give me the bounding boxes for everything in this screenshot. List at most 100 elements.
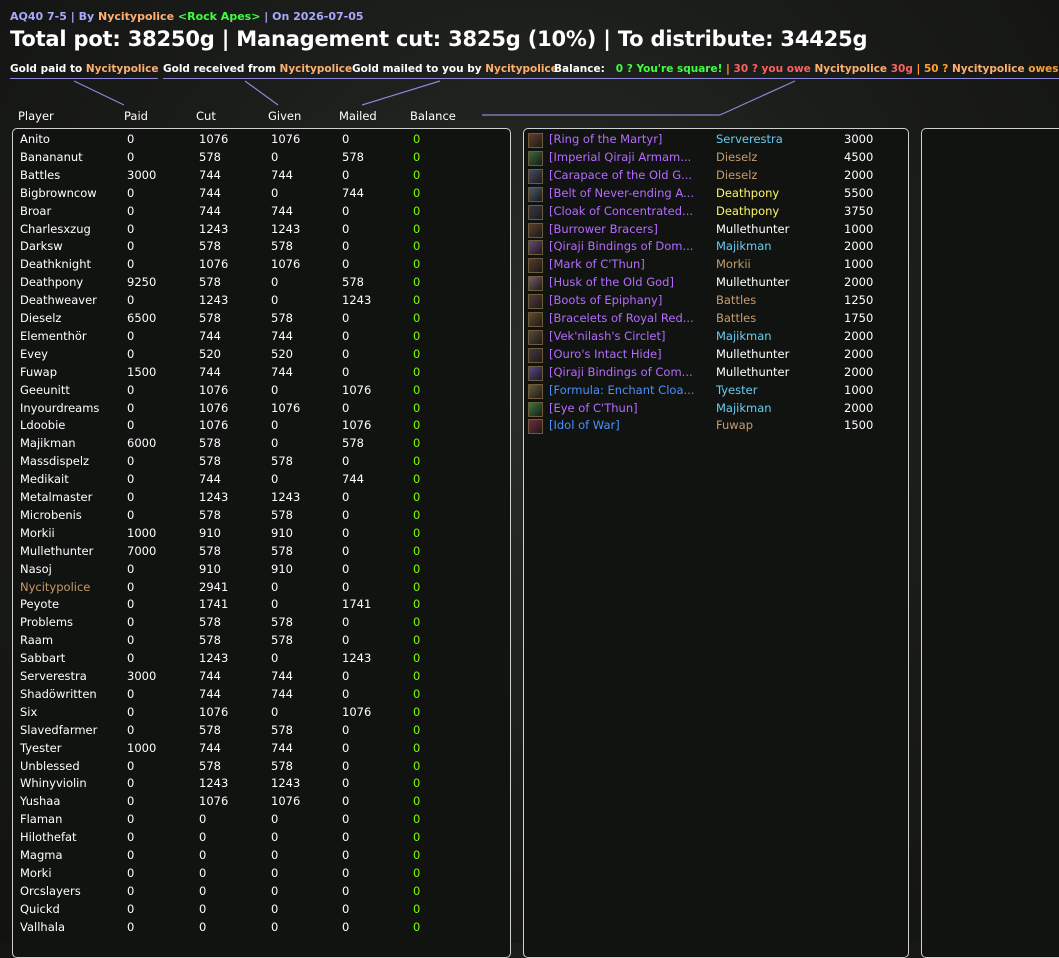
player-row[interactable]: Nasoj 0 910 910 0 0 [13,562,510,580]
hide-icon[interactable] [528,347,543,363]
circlet-icon[interactable] [528,329,543,345]
player-row[interactable]: Fuwap 1500 744 744 0 0 [13,365,510,383]
player-row[interactable]: Serverestra 3000 744 744 0 0 [13,669,510,687]
player-cut-cell: 1243 [199,221,229,236]
player-row[interactable]: Magma 0 0 0 0 0 [13,848,510,866]
player-row[interactable]: Slavedfarmer 0 578 578 0 0 [13,723,510,741]
item-link[interactable]: [Imperial Qiraji Armam... [549,150,691,164]
player-row[interactable]: Battles 3000 744 744 0 0 [13,168,510,186]
player-row[interactable]: Inyourdreams 0 1076 1076 0 0 [13,401,510,419]
player-row[interactable]: Hilothefat 0 0 0 0 0 [13,830,510,848]
loot-panel[interactable]: [Ring of the Martyr] Serverestra 3000 [Impe… [523,128,909,958]
player-row[interactable]: Metalmaster 0 1243 1243 0 0 [13,490,510,508]
bindings-icon[interactable] [528,240,543,256]
player-row[interactable]: Peyote 0 1741 0 1741 0 [13,597,510,615]
formula-icon[interactable] [528,383,543,399]
players-panel[interactable]: Anito 0 1076 1076 0 0 Banananut 0 578 0 578 0 Battle… [12,128,511,958]
player-row[interactable]: Majikman 6000 578 0 578 0 [13,436,510,454]
loot-row[interactable]: [Ring of the Martyr] Serverestra 3000 [524,132,908,150]
player-row[interactable]: Banananut 0 578 0 578 0 [13,150,510,168]
player-row[interactable]: Vallhala 0 0 0 0 0 [13,920,510,938]
player-given-cell: 1076 [271,132,301,146]
player-row[interactable]: Tyester 1000 744 744 0 0 [13,741,510,759]
loot-row[interactable]: [Vek'nilash's Circlet] Majikman 2000 [524,329,908,347]
item-link[interactable]: [Burrower Bracers] [549,222,658,236]
player-row[interactable]: Geeunitt 0 1076 0 1076 0 [13,383,510,401]
player-row[interactable]: Bigbrowncow 0 744 0 744 0 [13,186,510,204]
player-row[interactable]: Microbenis 0 578 578 0 0 [13,508,510,526]
carapace-icon[interactable] [528,168,543,184]
item-link[interactable]: [Belt of Never-ending A... [549,186,694,200]
player-row[interactable]: Morkii 1000 910 910 0 0 [13,526,510,544]
player-row[interactable]: Medikait 0 744 0 744 0 [13,472,510,490]
armament-icon[interactable] [528,150,543,166]
player-row[interactable]: Deathpony 9250 578 0 578 0 [13,275,510,293]
player-row[interactable]: Shadöwritten 0 744 744 0 0 [13,687,510,705]
bracelets-icon[interactable] [528,312,543,327]
item-link[interactable]: [Formula: Enchant Cloa... [549,383,694,397]
loot-row[interactable]: [Burrower Bracers] Mullethunter 1000 [524,222,908,240]
loot-row[interactable]: [Bracelets of Royal Red... Battles 1750 [524,311,908,329]
player-row[interactable]: Orcslayers 0 0 0 0 0 [13,884,510,902]
item-link[interactable]: [Qiraji Bindings of Com... [549,365,693,379]
player-row[interactable]: Elementhör 0 744 744 0 0 [13,329,510,347]
player-row[interactable]: Broar 0 744 744 0 0 [13,204,510,222]
player-row[interactable]: Deathweaver 0 1243 0 1243 0 [13,293,510,311]
bracers-icon[interactable] [528,222,543,238]
item-link[interactable]: [Cloak of Concentrated... [549,204,693,218]
player-row[interactable]: Ldoobie 0 1076 0 1076 0 [13,418,510,436]
loot-row[interactable]: [Imperial Qiraji Armam... Dieselz 4500 [524,150,908,168]
player-row[interactable]: Dieselz 6500 578 578 0 0 [13,311,510,329]
player-row[interactable]: Charlesxzug 0 1243 1243 0 0 [13,222,510,240]
loot-row[interactable]: [Husk of the Old God] Mullethunter 2000 [524,275,908,293]
loot-row[interactable]: [Mark of C'Thun] Morkii 1000 [524,257,908,275]
item-link[interactable]: [Carapace of the Old G... [549,168,692,182]
bindings-icon[interactable] [528,365,543,381]
loot-row[interactable]: [Eye of C'Thun] Majikman 2000 [524,401,908,419]
item-link[interactable]: [Idol of War] [549,418,620,432]
player-row[interactable]: Raam 0 578 578 0 0 [13,633,510,651]
boots-icon[interactable] [528,294,543,310]
player-row[interactable]: Problems 0 578 578 0 0 [13,615,510,633]
loot-row[interactable]: [Cloak of Concentrated... Deathpony 3750 [524,204,908,222]
item-link[interactable]: [Eye of C'Thun] [549,401,638,415]
player-row[interactable]: Flaman 0 0 0 0 0 [13,812,510,830]
player-row[interactable]: Nycitypolice 0 2941 0 0 0 [13,580,510,598]
item-link[interactable]: [Ring of the Martyr] [549,132,662,146]
player-row[interactable]: Anito 0 1076 1076 0 0 [13,132,510,150]
player-row[interactable]: Sabbart 0 1243 0 1243 0 [13,651,510,669]
loot-row[interactable]: [Boots of Epiphany] Battles 1250 [524,293,908,311]
eye-icon[interactable] [528,401,543,417]
item-link[interactable]: [Husk of the Old God] [549,275,674,289]
mark-icon[interactable] [528,258,543,274]
ring-icon[interactable] [528,133,543,148]
player-row[interactable]: Massdispelz 0 578 578 0 0 [13,454,510,472]
idol-icon[interactable] [528,419,543,435]
player-row[interactable]: Morki 0 0 0 0 0 [13,866,510,884]
player-row[interactable]: Six 0 1076 0 1076 0 [13,705,510,723]
player-row[interactable]: Mullethunter 7000 578 578 0 0 [13,544,510,562]
player-row[interactable]: Evey 0 520 520 0 0 [13,347,510,365]
player-row[interactable]: Deathknight 0 1076 1076 0 0 [13,257,510,275]
item-link[interactable]: [Mark of C'Thun] [549,257,645,271]
loot-row[interactable]: [Carapace of the Old G... Dieselz 2000 [524,168,908,186]
loot-row[interactable]: [Qiraji Bindings of Dom... Majikman 2000 [524,239,908,257]
loot-row[interactable]: [Belt of Never-ending A... Deathpony 5500 [524,186,908,204]
loot-row[interactable]: [Idol of War] Fuwap 1500 [524,418,908,436]
belt-icon[interactable] [528,186,543,202]
item-link[interactable]: [Boots of Epiphany] [549,293,662,307]
item-link[interactable]: [Vek'nilash's Circlet] [549,329,665,343]
player-row[interactable]: Whinyviolin 0 1243 1243 0 0 [13,776,510,794]
husk-icon[interactable] [528,276,543,292]
item-link[interactable]: [Qiraji Bindings of Dom... [549,239,693,253]
loot-row[interactable]: [Formula: Enchant Cloa... Tyester 1000 [524,383,908,401]
player-row[interactable]: Unblessed 0 578 578 0 0 [13,759,510,777]
player-row[interactable]: Quickd 0 0 0 0 0 [13,902,510,920]
item-link[interactable]: [Bracelets of Royal Red... [549,311,694,325]
item-link[interactable]: [Ouro's Intact Hide] [549,347,662,361]
loot-row[interactable]: [Qiraji Bindings of Com... Mullethunter 20… [524,365,908,383]
cloak-icon[interactable] [528,204,543,220]
player-row[interactable]: Yushaa 0 1076 1076 0 0 [13,794,510,812]
player-row[interactable]: Darksw 0 578 578 0 0 [13,239,510,257]
loot-row[interactable]: [Ouro's Intact Hide] Mullethunter 2000 [524,347,908,365]
